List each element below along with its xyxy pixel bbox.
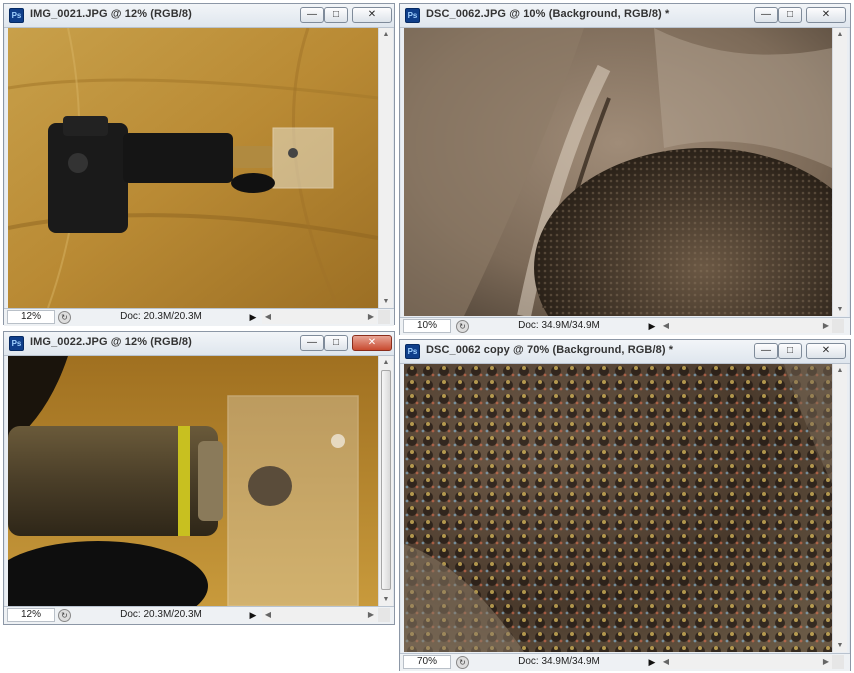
document-window-dsc-0062[interactable]: Ps DSC_0062.JPG @ 10% (Background, RGB/8… (399, 3, 851, 335)
horizontal-scrollbar[interactable]: ◀ ▶ (660, 319, 832, 333)
scroll-up-arrow-icon[interactable]: ▲ (379, 356, 393, 369)
status-bar: 10% ↻ Doc: 34.9M/34.9M ▶ ◀ ▶ (400, 317, 850, 335)
scroll-up-arrow-icon[interactable]: ▲ (833, 364, 847, 377)
photo-compound-eye-closeup (404, 364, 832, 652)
resize-grip[interactable] (378, 608, 390, 622)
zoom-level-field[interactable]: 12% (7, 608, 55, 622)
ps-icon: Ps (405, 344, 420, 359)
zoom-level-field[interactable]: 10% (403, 319, 451, 333)
maximize-button[interactable]: □ (778, 343, 802, 359)
document-window-dsc-0062-copy[interactable]: Ps DSC_0062 copy @ 70% (Background, RGB/… (399, 339, 851, 671)
image-canvas[interactable] (8, 356, 378, 606)
ps-icon: Ps (9, 8, 24, 23)
resize-grip[interactable] (832, 655, 844, 669)
status-menu-arrow-icon[interactable]: ▶ (247, 609, 259, 622)
navigator-icon[interactable]: ↻ (58, 609, 71, 622)
title-bar[interactable]: Ps IMG_0021.JPG @ 12% (RGB/8) — □ ✕ (4, 4, 394, 28)
image-canvas[interactable] (404, 364, 832, 652)
scroll-up-arrow-icon[interactable]: ▲ (833, 28, 847, 41)
scroll-down-arrow-icon[interactable]: ▼ (379, 593, 393, 606)
window-title: IMG_0021.JPG @ 12% (RGB/8) (30, 8, 192, 20)
maximize-button[interactable]: □ (778, 7, 802, 23)
window-title: DSC_0062 copy @ 70% (Background, RGB/8) … (426, 344, 674, 356)
photo-microscope-objective (8, 356, 378, 606)
ps-icon: Ps (405, 8, 420, 23)
vertical-scrollbar[interactable]: ▲ ▼ (832, 28, 847, 316)
title-bar[interactable]: Ps DSC_0062.JPG @ 10% (Background, RGB/8… (400, 4, 850, 28)
minimize-button[interactable]: — (300, 335, 324, 351)
document-window-img-0021[interactable]: Ps IMG_0021.JPG @ 12% (RGB/8) — □ ✕ ▲ ▼ … (3, 3, 395, 326)
status-menu-arrow-icon[interactable]: ▶ (646, 656, 658, 669)
doc-size-info: Doc: 34.9M/34.9M (518, 320, 600, 331)
minimize-button[interactable]: — (300, 7, 324, 23)
title-bar[interactable]: Ps IMG_0022.JPG @ 12% (RGB/8) — □ ✕ (4, 332, 394, 356)
close-button[interactable]: ✕ (806, 7, 846, 23)
maximize-button[interactable]: □ (324, 335, 348, 351)
status-bar: 70% ↻ Doc: 34.9M/34.9M ▶ ◀ ▶ (400, 653, 850, 671)
scroll-right-arrow-icon[interactable]: ▶ (365, 310, 377, 324)
title-bar[interactable]: Ps DSC_0062 copy @ 70% (Background, RGB/… (400, 340, 850, 364)
scroll-left-arrow-icon[interactable]: ◀ (262, 310, 274, 324)
vertical-scrollbar[interactable]: ▲ ▼ (832, 364, 847, 652)
document-window-img-0022[interactable]: Ps IMG_0022.JPG @ 12% (RGB/8) — □ ✕ ▲ ▼ … (3, 331, 395, 625)
horizontal-scrollbar[interactable]: ◀ ▶ (262, 310, 377, 324)
status-bar: 12% ↻ Doc: 20.3M/20.3M ▶ ◀ ▶ (4, 606, 394, 624)
scroll-down-arrow-icon[interactable]: ▼ (833, 639, 847, 652)
scroll-left-arrow-icon[interactable]: ◀ (660, 655, 672, 669)
scroll-up-arrow-icon[interactable]: ▲ (379, 28, 393, 41)
horizontal-scrollbar[interactable]: ◀ ▶ (262, 608, 377, 622)
close-button[interactable]: ✕ (352, 335, 392, 351)
window-title: IMG_0022.JPG @ 12% (RGB/8) (30, 336, 192, 348)
resize-grip[interactable] (378, 310, 390, 324)
doc-size-info: Doc: 20.3M/20.3M (120, 311, 202, 322)
image-canvas[interactable] (404, 28, 832, 316)
scroll-left-arrow-icon[interactable]: ◀ (660, 319, 672, 333)
window-title: DSC_0062.JPG @ 10% (Background, RGB/8) * (426, 8, 670, 20)
doc-size-info: Doc: 34.9M/34.9M (518, 656, 600, 667)
zoom-level-field[interactable]: 70% (403, 655, 451, 669)
scroll-right-arrow-icon[interactable]: ▶ (820, 655, 832, 669)
minimize-button[interactable]: — (754, 343, 778, 359)
ps-icon: Ps (9, 336, 24, 351)
maximize-button[interactable]: □ (324, 7, 348, 23)
close-button[interactable]: ✕ (806, 343, 846, 359)
minimize-button[interactable]: — (754, 7, 778, 23)
scroll-down-arrow-icon[interactable]: ▼ (833, 303, 847, 316)
navigator-icon[interactable]: ↻ (456, 320, 469, 333)
photo-camera-on-table (8, 28, 378, 308)
scroll-thumb[interactable] (381, 370, 391, 590)
scroll-right-arrow-icon[interactable]: ▶ (820, 319, 832, 333)
scroll-right-arrow-icon[interactable]: ▶ (365, 608, 377, 622)
navigator-icon[interactable]: ↻ (58, 311, 71, 324)
status-bar: 12% ↻ Doc: 20.3M/20.3M ▶ ◀ ▶ (4, 308, 394, 326)
doc-size-info: Doc: 20.3M/20.3M (120, 609, 202, 620)
vertical-scrollbar[interactable]: ▲ ▼ (378, 356, 393, 606)
horizontal-scrollbar[interactable]: ◀ ▶ (660, 655, 832, 669)
image-canvas[interactable] (8, 28, 378, 308)
scroll-down-arrow-icon[interactable]: ▼ (379, 295, 393, 308)
photo-insect-closeup (404, 28, 832, 316)
status-menu-arrow-icon[interactable]: ▶ (646, 320, 658, 333)
resize-grip[interactable] (832, 319, 844, 333)
zoom-level-field[interactable]: 12% (7, 310, 55, 324)
status-menu-arrow-icon[interactable]: ▶ (247, 311, 259, 324)
scroll-left-arrow-icon[interactable]: ◀ (262, 608, 274, 622)
vertical-scrollbar[interactable]: ▲ ▼ (378, 28, 393, 308)
close-button[interactable]: ✕ (352, 7, 392, 23)
navigator-icon[interactable]: ↻ (456, 656, 469, 669)
